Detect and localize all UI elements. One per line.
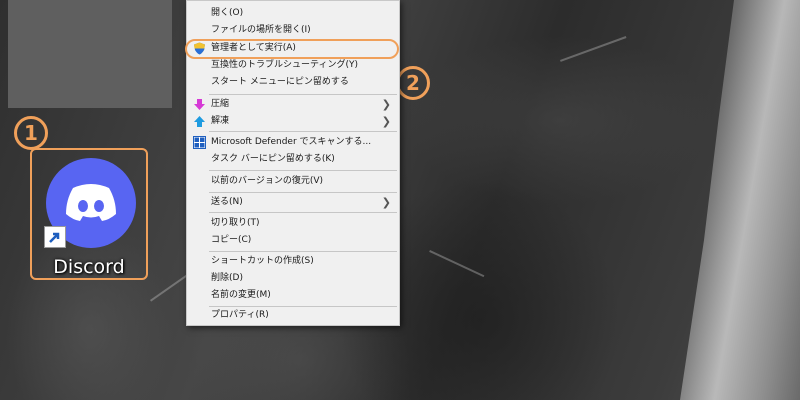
menu-item-label: 以前のバージョンの復元(V) [211, 176, 323, 186]
extract-arrow-icon [193, 115, 206, 128]
step-badge-2: 2 [396, 66, 430, 100]
menu-item-properties[interactable]: プロパティ(R) [187, 307, 399, 324]
menu-item-pin-to-taskbar[interactable]: タスク バーにピン留めする(K) [187, 151, 399, 168]
menu-item-label: 開く(O) [211, 8, 244, 18]
rock-crack [429, 250, 485, 278]
menu-item-label: 削除(D) [211, 273, 243, 283]
menu-item-label: ショートカットの作成(S) [211, 256, 314, 266]
menu-item-label: Microsoft Defender でスキャンする... [211, 137, 372, 147]
discord-shortcut[interactable]: Discord [30, 148, 148, 280]
menu-item-open[interactable]: 開く(O) [187, 5, 399, 22]
menu-item-label: スタート メニューにピン留めする [211, 77, 349, 87]
defender-icon [193, 136, 206, 149]
menu-item-open-file-location[interactable]: ファイルの場所を開く(I) [187, 22, 399, 39]
context-menu: 開く(O) ファイルの場所を開く(I) 管理者として実行(A) 互換性のトラブル… [185, 0, 400, 326]
menu-separator [209, 170, 397, 171]
menu-separator [209, 131, 397, 132]
menu-item-label: 圧縮 [211, 99, 230, 109]
menu-item-compress[interactable]: 圧縮 ❯ [187, 96, 399, 113]
shortcut-label: Discord [53, 256, 125, 278]
step-badge-1: 1 [14, 116, 48, 150]
menu-item-label: コピー(C) [211, 235, 252, 245]
menu-item-label: 互換性のトラブルシューティング(Y) [211, 60, 358, 70]
menu-item-label: ファイルの場所を開く(I) [211, 25, 311, 35]
menu-item-label: 切り取り(T) [211, 218, 260, 228]
menu-item-compatibility-troubleshoot[interactable]: 互換性のトラブルシューティング(Y) [187, 57, 399, 74]
compress-arrow-icon [193, 98, 206, 111]
menu-item-pin-to-start[interactable]: スタート メニューにピン留めする [187, 74, 399, 91]
menu-item-label: 解凍 [211, 116, 230, 126]
menu-item-rename[interactable]: 名前の変更(M) [187, 287, 399, 304]
cliff-rock [680, 0, 800, 400]
menu-item-restore-previous-versions[interactable]: 以前のバージョンの復元(V) [187, 173, 399, 190]
menu-item-defender-scan[interactable]: Microsoft Defender でスキャンする... [187, 134, 399, 151]
submenu-chevron-icon: ❯ [381, 98, 391, 111]
menu-separator [209, 212, 397, 213]
menu-separator [209, 251, 397, 252]
submenu-chevron-icon: ❯ [381, 115, 391, 128]
menu-item-label: タスク バーにピン留めする(K) [211, 154, 335, 164]
menu-item-delete[interactable]: 削除(D) [187, 270, 399, 287]
menu-item-copy[interactable]: コピー(C) [187, 232, 399, 249]
shortcut-arrow-icon [44, 226, 66, 248]
obscured-region [8, 0, 172, 108]
submenu-chevron-icon: ❯ [381, 196, 391, 209]
menu-item-extract[interactable]: 解凍 ❯ [187, 113, 399, 130]
run-as-admin-highlight [185, 39, 399, 59]
menu-separator [209, 94, 397, 95]
menu-item-send-to[interactable]: 送る(N) ❯ [187, 194, 399, 211]
menu-item-label: プロパティ(R) [211, 310, 269, 320]
rock-crack [560, 36, 627, 62]
menu-item-label: 送る(N) [211, 197, 243, 207]
menu-item-label: 名前の変更(M) [211, 290, 271, 300]
menu-item-create-shortcut[interactable]: ショートカットの作成(S) [187, 253, 399, 270]
menu-separator [209, 192, 397, 193]
menu-item-cut[interactable]: 切り取り(T) [187, 215, 399, 232]
